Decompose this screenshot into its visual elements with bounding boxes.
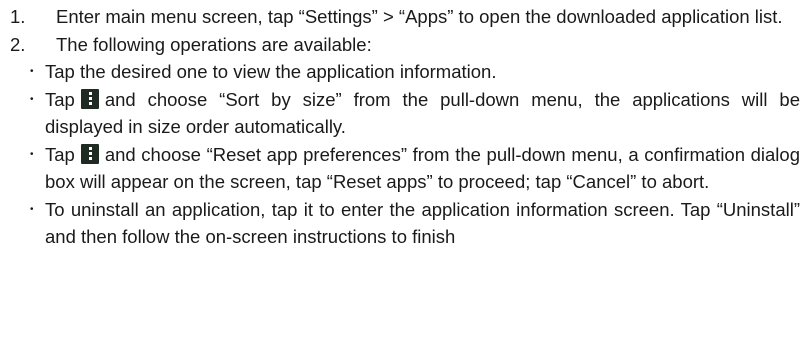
list-item-text: To uninstall an application, tap it to e… (45, 198, 800, 248)
list-item-text-lead: Tap (45, 88, 75, 110)
operations-list: • Tap the desired one to view the applic… (0, 58, 800, 251)
list-item: • To uninstall an application, tap it to… (27, 196, 800, 251)
list-item-text: Tap and choose “Sort by size” from the pu… (45, 86, 800, 141)
bullet-icon: • (30, 148, 34, 160)
bullet-icon: • (30, 203, 34, 215)
menu-icon (80, 88, 99, 109)
list-item-text: Tap and choose “Reset app preferences” fr… (45, 141, 800, 196)
list-item-text-lead: Tap (45, 143, 75, 165)
step-number: 2. (10, 33, 26, 55)
list-item: • Tap and choose “Sort by size” from the … (27, 86, 800, 141)
step-2: 2. The following operations are availabl… (0, 31, 800, 59)
list-item-text-rest: and choose “Sort by size” from the pull-… (45, 88, 800, 138)
step-text: Enter main menu screen, tap “Settings” >… (56, 6, 783, 27)
step-number: 1. (10, 6, 26, 27)
step-text: The following operations are available: (56, 33, 372, 55)
list-item: • Tap the desired one to view the applic… (27, 58, 800, 86)
document-page: 1. Enter main menu screen, tap “Settings… (0, 0, 812, 349)
menu-icon (80, 143, 99, 164)
list-item-text-rest: and choose “Reset app preferences” from … (45, 143, 800, 193)
step-1: 1. Enter main menu screen, tap “Settings… (0, 3, 800, 31)
list-item: • Tap and choose “Reset app preferences” … (27, 141, 800, 196)
bullet-icon: • (30, 66, 34, 77)
list-item-text: Tap the desired one to view the applicat… (45, 61, 497, 82)
bullet-icon: • (30, 93, 34, 105)
